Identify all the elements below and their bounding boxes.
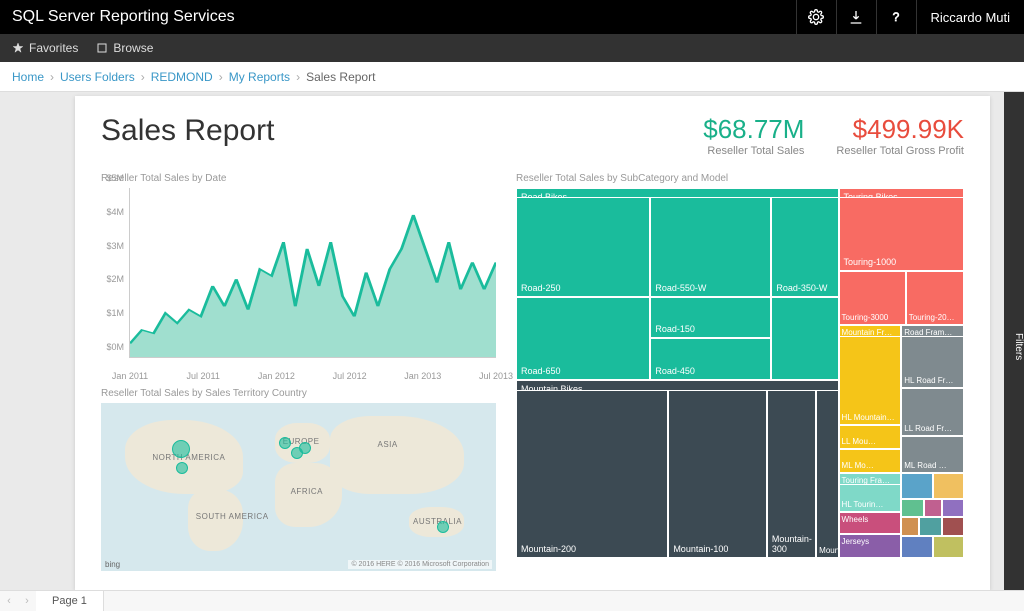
user-menu[interactable]: Riccardo Muti <box>916 0 1024 34</box>
tm-cell[interactable]: Touring-3000 <box>839 271 906 325</box>
tm-cell[interactable]: ML Mo… <box>839 449 902 473</box>
top-bar-actions: ? Riccardo Muti <box>796 0 1024 34</box>
tm-cell[interactable] <box>924 499 942 518</box>
map-dot[interactable] <box>176 462 188 474</box>
download-button[interactable] <box>836 0 876 34</box>
tm-cell[interactable]: LL Mou… <box>839 425 902 449</box>
right-column: Reseller Total Sales by SubCategory and … <box>516 173 964 571</box>
chart-title: Reseller Total Sales by SubCategory and … <box>516 173 964 184</box>
browse-icon <box>96 42 108 54</box>
left-column: Reseller Total Sales by Date $0M $1M $2M… <box>101 173 496 571</box>
settings-button[interactable] <box>796 0 836 34</box>
bing-logo: bing <box>105 560 120 569</box>
tm-cell[interactable] <box>901 536 932 558</box>
breadcrumb-users[interactable]: Users Folders <box>60 70 135 84</box>
report-grid: Reseller Total Sales by Date $0M $1M $2M… <box>101 173 964 571</box>
tm-cell[interactable]: Road-550-W <box>650 197 771 297</box>
line-chart-section: Reseller Total Sales by Date $0M $1M $2M… <box>101 173 496 358</box>
sub-bar: Favorites Browse <box>0 34 1024 62</box>
tm-cell[interactable]: HL Mountain… <box>839 336 902 425</box>
download-icon <box>848 9 864 25</box>
tm-jerseys[interactable]: Jerseys <box>839 534 902 558</box>
page-title: Sales Report <box>101 114 274 148</box>
tm-cell[interactable]: Mountai… <box>816 390 838 558</box>
tm-cell[interactable]: Mountain-200 <box>516 390 668 558</box>
tm-cell[interactable] <box>901 517 919 536</box>
browse-button[interactable]: Browse <box>96 41 153 55</box>
map-section: Reseller Total Sales by Sales Territory … <box>101 388 496 571</box>
tm-cell[interactable] <box>919 517 941 536</box>
tm-cell[interactable] <box>942 499 964 518</box>
tm-cell[interactable] <box>771 297 838 380</box>
world-map[interactable]: NORTH AMERICA SOUTH AMERICA EUROPE AFRIC… <box>101 403 496 571</box>
help-icon: ? <box>888 9 904 25</box>
tm-cell[interactable]: Mountain-300 <box>767 390 816 558</box>
tm-cell[interactable]: Touring-1000 <box>839 197 964 271</box>
pager-bar: ‹ › Page 1 <box>0 590 1024 611</box>
tm-cell[interactable]: LL Road Fr… <box>901 388 964 436</box>
map-dot[interactable] <box>299 442 311 454</box>
chart-title: Reseller Total Sales by Sales Territory … <box>101 388 496 399</box>
breadcrumb-redmond[interactable]: REDMOND <box>151 70 213 84</box>
chart-title: Reseller Total Sales by Date <box>101 173 496 184</box>
line-chart[interactable]: $0M $1M $2M $3M $4M $5M Jan 2011 Jul 201… <box>129 188 496 358</box>
help-button[interactable]: ? <box>876 0 916 34</box>
tm-cell[interactable] <box>901 499 923 518</box>
star-icon <box>12 42 24 54</box>
favorites-button[interactable]: Favorites <box>12 41 78 55</box>
tm-cell[interactable] <box>942 517 964 536</box>
kpi-label: Reseller Total Sales <box>703 145 804 157</box>
top-bar: SQL Server Reporting Services ? Riccardo… <box>0 0 1024 34</box>
y-axis: $0M $1M $2M $3M $4M $5M <box>100 188 128 357</box>
map-attribution: © 2016 HERE © 2016 Microsoft Corporation <box>348 560 492 569</box>
map-dot[interactable] <box>437 521 449 533</box>
gear-icon <box>808 9 824 25</box>
breadcrumb: Home› Users Folders› REDMOND› My Reports… <box>0 62 1024 92</box>
tm-cell[interactable]: Road-250 <box>516 197 650 297</box>
page-prev-button[interactable]: ‹ <box>0 595 18 607</box>
line-chart-svg <box>130 188 496 357</box>
app-title: SQL Server Reporting Services <box>0 8 235 26</box>
tm-cell[interactable]: Mountain-100 <box>668 390 767 558</box>
report-canvas: Sales Report $68.77M Reseller Total Sale… <box>75 96 990 590</box>
page-next-button[interactable]: › <box>18 595 36 607</box>
report-header: Sales Report $68.77M Reseller Total Sale… <box>101 114 964 157</box>
breadcrumb-current: Sales Report <box>306 70 375 84</box>
kpi-row: $68.77M Reseller Total Sales $499.99K Re… <box>703 114 964 157</box>
treemap[interactable]: Road Bikes Road-250 Road-650 Road-550-W … <box>516 188 964 558</box>
breadcrumb-home[interactable]: Home <box>12 70 44 84</box>
tm-cell[interactable] <box>933 473 964 499</box>
breadcrumb-myreports[interactable]: My Reports <box>229 70 290 84</box>
kpi-reseller-gross-profit: $499.99K Reseller Total Gross Profit <box>836 114 964 157</box>
tm-cell[interactable]: Road-150 <box>650 297 771 338</box>
map-dot[interactable] <box>172 440 190 458</box>
svg-text:?: ? <box>893 10 900 24</box>
filters-panel-toggle[interactable]: Filters <box>1004 92 1024 590</box>
tm-cell[interactable]: Touring-20… <box>906 271 964 325</box>
kpi-value: $499.99K <box>836 114 964 145</box>
kpi-reseller-total-sales: $68.77M Reseller Total Sales <box>703 114 804 157</box>
tm-wheels[interactable]: Wheels <box>839 512 902 534</box>
report-viewport: Sales Report $68.77M Reseller Total Sale… <box>0 92 1004 590</box>
map-dot[interactable] <box>279 437 291 449</box>
page-tab[interactable]: Page 1 <box>36 591 104 611</box>
tm-cell[interactable]: ML Road … <box>901 436 964 473</box>
kpi-value: $68.77M <box>703 114 804 145</box>
tm-cell[interactable] <box>933 536 964 558</box>
tm-cell[interactable]: Road-650 <box>516 297 650 380</box>
tm-cell[interactable]: Road-350-W <box>771 197 838 297</box>
kpi-label: Reseller Total Gross Profit <box>836 145 964 157</box>
tm-cell[interactable] <box>901 473 932 499</box>
tm-cell[interactable]: Road-450 <box>650 338 771 381</box>
tm-cell[interactable]: HL Road Fr… <box>901 336 964 388</box>
tm-cell[interactable]: HL Tourin… <box>839 484 902 512</box>
